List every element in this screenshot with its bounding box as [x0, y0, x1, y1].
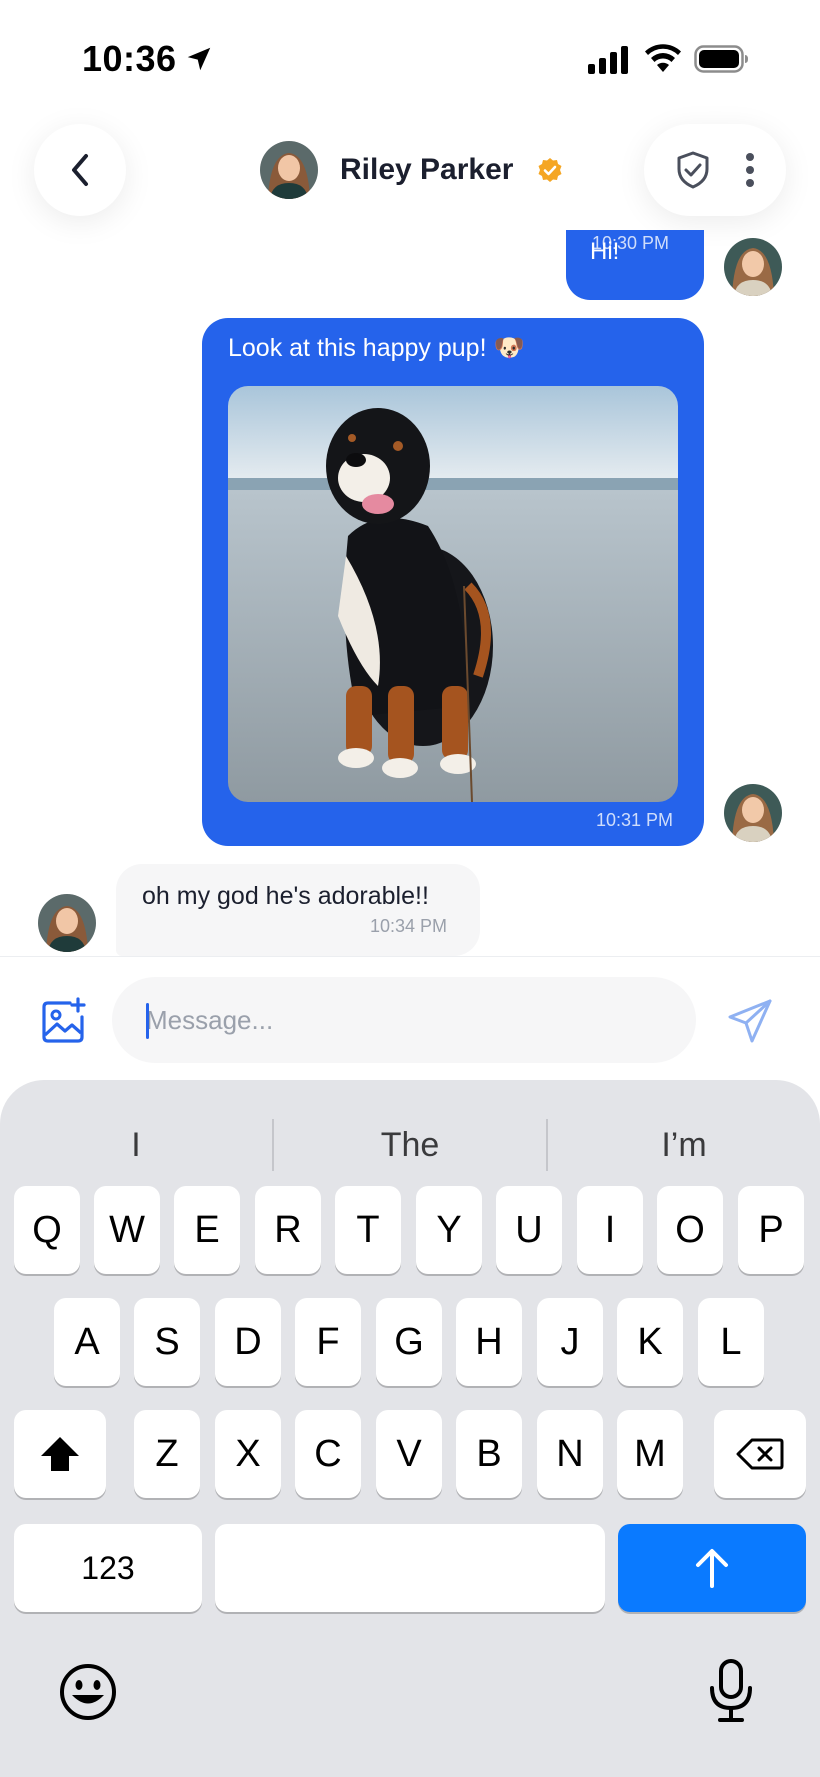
- message-time: 10:34 PM: [370, 916, 448, 936]
- header-actions: [644, 124, 786, 216]
- contact-name[interactable]: Riley Parker: [340, 153, 513, 187]
- wifi-icon: [645, 44, 681, 72]
- suggestion-3[interactable]: I’m: [548, 1100, 820, 1190]
- contact-avatar-small: [38, 894, 96, 952]
- location-arrow-icon: [187, 47, 211, 71]
- return-key[interactable]: [618, 1524, 806, 1612]
- key-s[interactable]: S: [134, 1298, 200, 1386]
- message-time: 10:31 PM: [596, 810, 674, 830]
- key-a[interactable]: A: [54, 1298, 120, 1386]
- backspace-icon: [736, 1438, 784, 1470]
- text-caret: [146, 1003, 149, 1039]
- message-text: oh my god he's adorable!!: [142, 882, 429, 910]
- back-chevron-icon: [72, 154, 88, 186]
- key-h[interactable]: H: [456, 1298, 522, 1386]
- contact-header[interactable]: Riley Parker: [260, 140, 563, 200]
- signal-icon: [588, 46, 628, 74]
- key-j[interactable]: J: [537, 1298, 603, 1386]
- battery-icon: [694, 45, 748, 73]
- key-t[interactable]: T: [335, 1186, 401, 1274]
- verified-badge-icon: [538, 158, 562, 182]
- message-bubble-outgoing[interactable]: Hi! 10:30 PM: [566, 230, 704, 300]
- key-n[interactable]: N: [537, 1410, 603, 1498]
- key-m[interactable]: M: [617, 1410, 683, 1498]
- key-k[interactable]: K: [617, 1298, 683, 1386]
- suggestion-1[interactable]: I: [0, 1100, 272, 1190]
- more-vertical-icon[interactable]: [744, 152, 756, 188]
- key-q[interactable]: Q: [14, 1186, 80, 1274]
- key-g[interactable]: G: [376, 1298, 442, 1386]
- space-key[interactable]: [215, 1524, 605, 1612]
- key-l[interactable]: L: [698, 1298, 764, 1386]
- add-image-icon[interactable]: [40, 997, 88, 1045]
- backspace-key[interactable]: [714, 1410, 806, 1498]
- key-i[interactable]: I: [577, 1186, 643, 1274]
- key-o[interactable]: O: [657, 1186, 723, 1274]
- shift-icon: [41, 1437, 79, 1471]
- key-e[interactable]: E: [174, 1186, 240, 1274]
- contact-avatar[interactable]: [260, 141, 318, 199]
- key-y[interactable]: Y: [416, 1186, 482, 1274]
- key-v[interactable]: V: [376, 1410, 442, 1498]
- key-z[interactable]: Z: [134, 1410, 200, 1498]
- key-u[interactable]: U: [496, 1186, 562, 1274]
- key-c[interactable]: C: [295, 1410, 361, 1498]
- key-f[interactable]: F: [295, 1298, 361, 1386]
- predictive-bar: I The I’m: [0, 1100, 820, 1190]
- key-p[interactable]: P: [738, 1186, 804, 1274]
- send-icon[interactable]: [726, 997, 774, 1045]
- message-text: Look at this happy pup! 🐶: [228, 334, 525, 362]
- microphone-icon[interactable]: [706, 1658, 756, 1724]
- status-time: 10:36: [82, 38, 177, 79]
- message-bubble-outgoing[interactable]: Look at this happy pup! 🐶 10:31 PM: [202, 318, 704, 846]
- shield-check-icon[interactable]: [675, 150, 711, 190]
- shift-key[interactable]: [14, 1410, 106, 1498]
- key-d[interactable]: D: [215, 1298, 281, 1386]
- message-list[interactable]: Hi! 10:30 PM Look at this happy pup! 🐶 1…: [0, 230, 820, 956]
- return-arrow-icon: [696, 1549, 728, 1588]
- message-composer: [0, 956, 820, 1078]
- sender-avatar: [724, 784, 782, 842]
- message-bubble-incoming[interactable]: oh my god he's adorable!! 10:34 PM: [116, 864, 480, 956]
- status-bar: 10:36: [0, 0, 820, 110]
- numbers-key[interactable]: 123: [14, 1524, 202, 1612]
- key-w[interactable]: W: [94, 1186, 160, 1274]
- emoji-icon[interactable]: [58, 1662, 118, 1722]
- key-x[interactable]: X: [215, 1410, 281, 1498]
- key-r[interactable]: R: [255, 1186, 321, 1274]
- message-input[interactable]: [112, 977, 696, 1063]
- message-time: 10:30 PM: [592, 233, 670, 253]
- suggestion-2[interactable]: The: [274, 1100, 546, 1190]
- sender-avatar: [724, 238, 782, 296]
- key-b[interactable]: B: [456, 1410, 522, 1498]
- keyboard: I The I’m Q W E R T Y U I O P A S D F G …: [0, 1080, 820, 1777]
- photo-attachment[interactable]: [228, 386, 678, 802]
- back-button[interactable]: [34, 124, 126, 216]
